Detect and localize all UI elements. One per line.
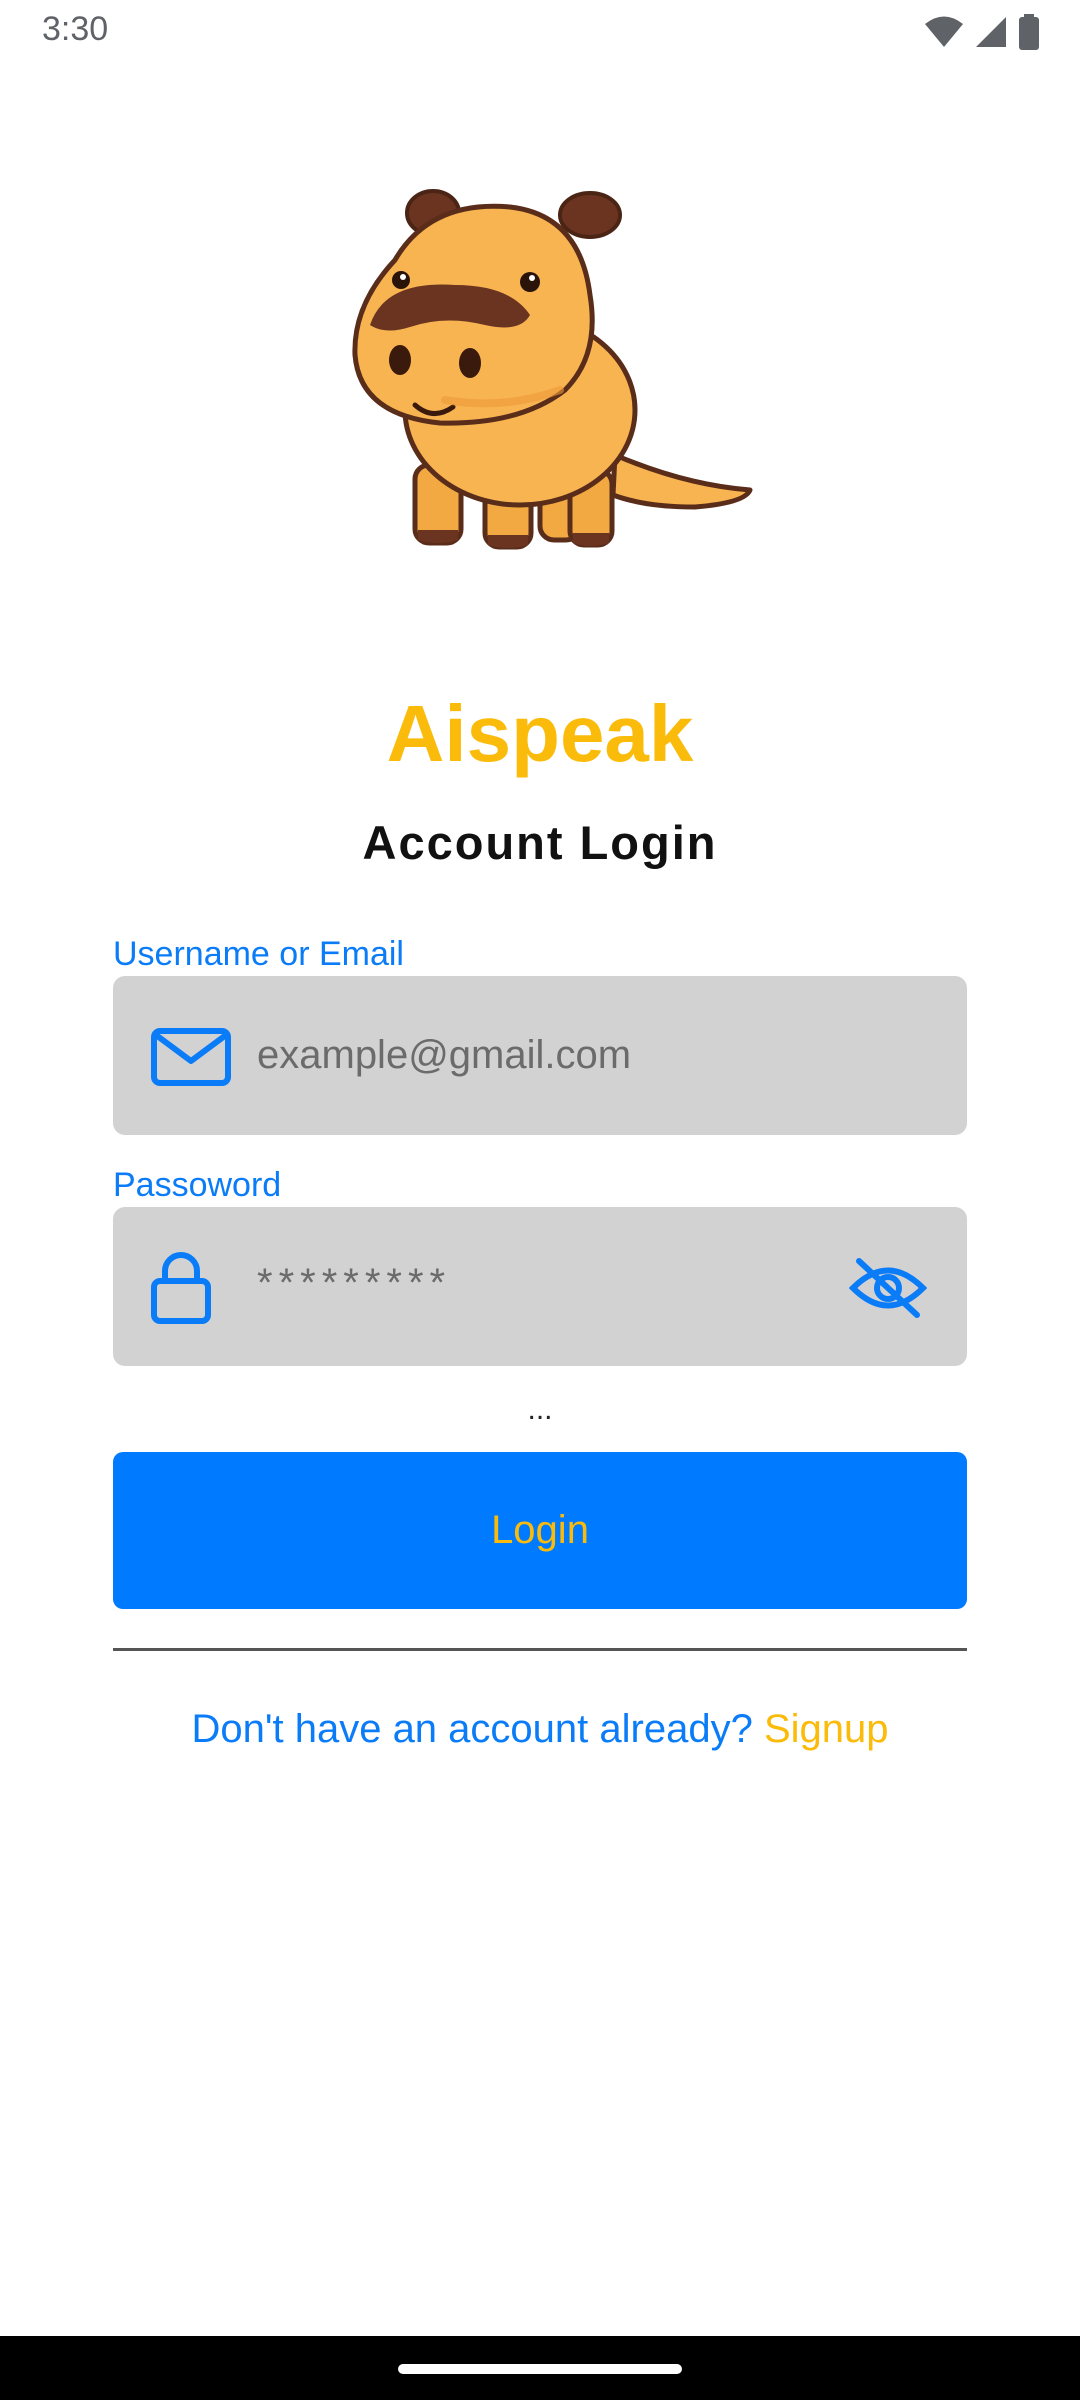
page-title: Account Login [362,816,718,869]
mail-icon [151,1028,231,1086]
eye-off-icon[interactable] [849,1257,927,1319]
signup-link[interactable]: Signup [764,1707,889,1751]
home-indicator[interactable] [398,2364,682,2374]
app-name: Aispeak [386,689,694,778]
divider [113,1648,967,1651]
hippo-mascot-image [352,189,753,550]
login-button[interactable]: Login [113,1452,967,1609]
signup-prompt: Don't have an account already? [191,1707,753,1751]
status-time: 3:30 [42,10,109,48]
username-field[interactable]: example@gmail.com [113,976,967,1135]
username-label: Username or Email [113,935,404,973]
signup-row: Don't have an account already? Signup [0,1707,1080,1752]
signal-icon [976,17,1006,47]
username-input[interactable]: example@gmail.com [257,1033,631,1078]
lock-icon [151,1252,211,1324]
loading-indicator: ... [527,1393,553,1426]
battery-icon [1019,14,1039,50]
wifi-icon [925,16,963,47]
password-label: Passoword [113,1166,282,1204]
status-icons [924,12,1040,52]
password-field[interactable]: ********* [113,1207,967,1366]
password-input[interactable]: ********* [257,1261,451,1306]
status-bar: 3:30 [0,0,1080,64]
